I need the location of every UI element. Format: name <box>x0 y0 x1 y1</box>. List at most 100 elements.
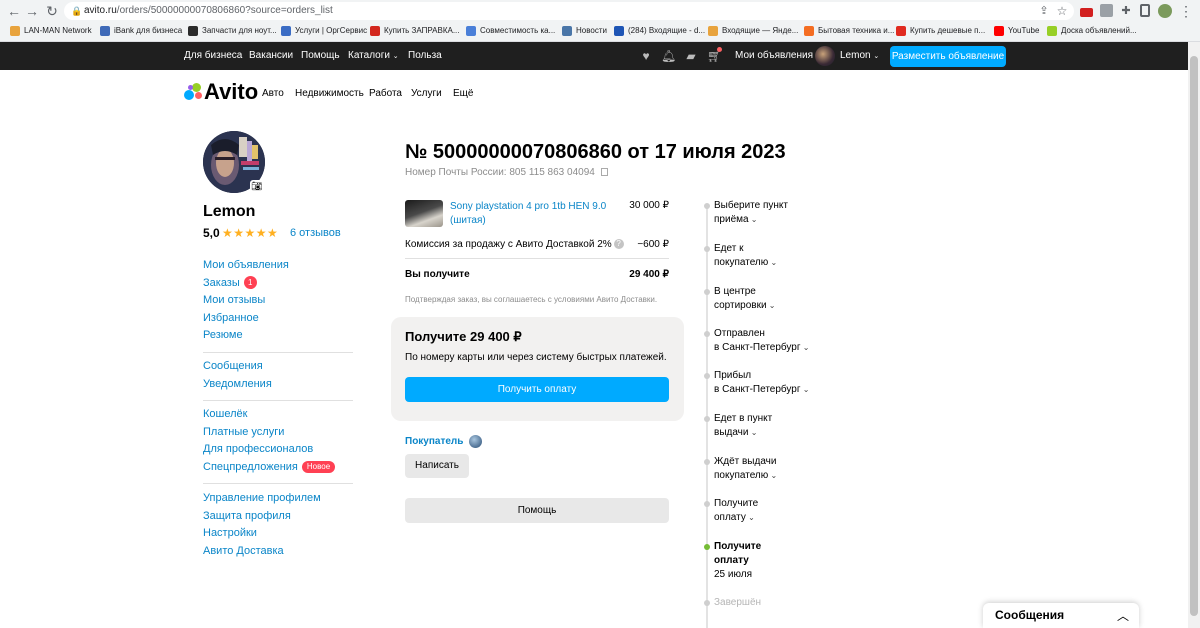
sidebar-item-paid-services[interactable]: Платные услуги <box>203 424 353 442</box>
benefit-link[interactable]: Польза <box>408 42 442 70</box>
buyer-link[interactable]: Покупатель <box>405 436 463 447</box>
get-payment-button[interactable]: Получить оплату <box>405 377 669 402</box>
delivery-terms-link[interactable]: с условиями Авито Доставки. <box>548 295 657 304</box>
my-ads-link[interactable]: Мои объявления <box>735 42 813 70</box>
timeline-step-label: оплату <box>714 512 746 523</box>
chevron-down-icon[interactable]: ⌄ <box>748 428 758 437</box>
sidebar-item-profile-management[interactable]: Управление профилем <box>203 490 353 508</box>
extensions-puzzle-icon[interactable]: ✚ <box>1118 3 1134 19</box>
bookmark-item[interactable]: Услуги | ОргСервис <box>281 24 367 38</box>
sidebar-item-notifications[interactable]: Уведомления <box>203 376 353 394</box>
bookmark-item[interactable]: YouTube <box>994 24 1039 38</box>
share-icon[interactable]: ⇪ <box>1036 3 1052 19</box>
url-bar[interactable]: 🔒 avito.ru/orders/50000000070806860?sour… <box>64 2 1074 20</box>
timeline-step[interactable]: Едет в пункт выдачи ⌄ <box>700 412 820 440</box>
copy-icon[interactable] <box>600 168 608 177</box>
profile-avatar-icon[interactable] <box>1158 4 1172 18</box>
timeline-step[interactable]: Выберите пункт приёма ⌄ <box>700 199 820 227</box>
bookmark-item[interactable]: Запчасти для ноут... <box>188 24 277 38</box>
post-ad-button[interactable]: Разместить объявление <box>890 46 1006 67</box>
bookmark-item[interactable]: Доска объявлений... <box>1047 24 1137 38</box>
new-badge: Новое <box>301 460 336 473</box>
bookmark-favicon-icon <box>100 26 110 36</box>
bookmark-favicon-icon <box>466 26 476 36</box>
sidebar-item-resume[interactable]: Резюме <box>203 327 353 345</box>
page-scrollbar[interactable] <box>1188 42 1200 628</box>
timeline-step[interactable]: Ждёт выдачи покупателю ⌄ <box>700 455 820 483</box>
side-panel-icon[interactable] <box>1140 4 1150 17</box>
item-price: 30 000 ₽ <box>629 200 669 211</box>
catalogs-link[interactable]: Каталоги ⌄ <box>348 42 399 70</box>
user-avatar[interactable] <box>815 46 835 66</box>
chevron-down-icon[interactable]: ⌄ <box>749 215 758 224</box>
bookmark-item[interactable]: (284) Входящие - d... <box>614 24 705 38</box>
bookmark-label: Совместимость ка... <box>480 26 556 35</box>
timeline-step-label: приёма <box>714 214 749 225</box>
nav-jobs[interactable]: Работа <box>369 88 402 99</box>
timeline-step[interactable]: Едет к покупателю ⌄ <box>700 242 820 270</box>
notifications-bell-icon[interactable]: 🔔︎ <box>661 49 676 63</box>
camera-icon[interactable]: 📷︎ <box>250 180 264 192</box>
bookmark-item[interactable]: Новости <box>562 24 607 38</box>
bookmark-item[interactable]: Совместимость ка... <box>466 24 555 38</box>
reviews-link[interactable]: 6 отзывов <box>290 227 341 239</box>
favorites-heart-icon[interactable]: ♥ <box>639 49 653 63</box>
sidebar-item-profile-protection[interactable]: Защита профиля <box>203 508 353 526</box>
sidebar-item-special-offers[interactable]: Спецпредложения Новое <box>203 459 353 477</box>
chevron-down-icon[interactable]: ⌄ <box>801 343 810 352</box>
vacancies-link[interactable]: Вакансии <box>249 42 293 70</box>
bookmark-item[interactable]: Купить ЗАПРАВКА... <box>370 24 459 38</box>
nav-auto[interactable]: Авто <box>262 88 284 99</box>
timeline-step[interactable]: Прибыл в Санкт-Петербург ⌄ <box>700 369 820 397</box>
messages-panel[interactable]: Сообщения ︿ <box>983 603 1139 628</box>
receive-value: 29 400 ₽ <box>629 269 669 280</box>
timeline-step[interactable]: Отправлен в Санкт-Петербург ⌄ <box>700 327 820 355</box>
user-menu[interactable]: Lemon ⌄ <box>840 42 879 70</box>
sidebar-item-avito-delivery[interactable]: Авито Доставка <box>203 543 353 561</box>
bookmark-item[interactable]: Входящие — Янде... <box>708 24 798 38</box>
help-link[interactable]: Помощь <box>301 42 340 70</box>
item-thumbnail[interactable] <box>405 200 443 227</box>
nav-services[interactable]: Услуги <box>411 88 442 99</box>
scrollbar-thumb[interactable] <box>1190 56 1198 616</box>
chevron-up-icon[interactable]: ︿ <box>1117 607 1129 624</box>
timeline-step[interactable]: В центре сортировки ⌄ <box>700 285 820 313</box>
bookmark-star-icon[interactable]: ☆ <box>1054 3 1070 19</box>
sidebar-item-my-reviews[interactable]: Мои отзывы <box>203 292 353 310</box>
extension-icon[interactable] <box>1100 4 1113 17</box>
sidebar-item-favorites[interactable]: Избранное <box>203 310 353 328</box>
nav-realty[interactable]: Недвижимость <box>295 88 364 99</box>
messages-icon[interactable]: ▰ <box>684 49 698 63</box>
sidebar-item-wallet[interactable]: Кошелёк <box>203 406 353 424</box>
bookmark-item[interactable]: iBank для бизнеса <box>100 24 182 38</box>
for-business-link[interactable]: Для бизнеса <box>184 42 242 70</box>
forward-icon[interactable]: → <box>24 3 40 19</box>
back-icon[interactable]: ← <box>6 3 22 19</box>
sidebar-item-settings[interactable]: Настройки <box>203 525 353 543</box>
sidebar-item-orders[interactable]: Заказы 1 <box>203 275 353 293</box>
chevron-down-icon[interactable]: ⌄ <box>746 513 755 522</box>
write-message-button[interactable]: Написать <box>405 454 469 478</box>
buyer-avatar[interactable] <box>469 435 482 448</box>
chevron-down-icon[interactable]: ⌄ <box>767 301 776 310</box>
avito-logo[interactable]: Avito <box>184 80 258 104</box>
nav-more[interactable]: Ещё <box>453 88 473 99</box>
timeline-step-label: Выберите пункт <box>714 200 788 211</box>
item-name-link[interactable]: Sony playstation 4 pro 1tb HEN 9.0 (шита… <box>450 200 610 228</box>
help-button[interactable]: Помощь <box>405 498 669 523</box>
bookmark-item[interactable]: Купить дешевые п... <box>896 24 985 38</box>
timeline-step[interactable]: Получите оплату ⌄ <box>700 497 820 525</box>
chevron-down-icon[interactable]: ⌄ <box>768 258 777 267</box>
bookmark-label: LAN-MAN Network <box>24 26 92 35</box>
sidebar-item-for-pros[interactable]: Для профессионалов <box>203 441 353 459</box>
extension-flag-icon[interactable] <box>1080 8 1093 17</box>
reload-icon[interactable]: ↻ <box>44 3 60 19</box>
sidebar-item-my-ads[interactable]: Мои объявления <box>203 257 353 275</box>
chevron-down-icon[interactable]: ⌄ <box>801 385 810 394</box>
chevron-down-icon: ⌄ <box>873 53 880 60</box>
sidebar-item-messages[interactable]: Сообщения <box>203 358 353 376</box>
bookmark-item[interactable]: LAN-MAN Network <box>10 24 92 38</box>
bookmark-item[interactable]: Бытовая техника и... <box>804 24 894 38</box>
menu-dots-icon[interactable]: ⋮ <box>1178 3 1194 19</box>
chevron-down-icon[interactable]: ⌄ <box>768 471 777 480</box>
